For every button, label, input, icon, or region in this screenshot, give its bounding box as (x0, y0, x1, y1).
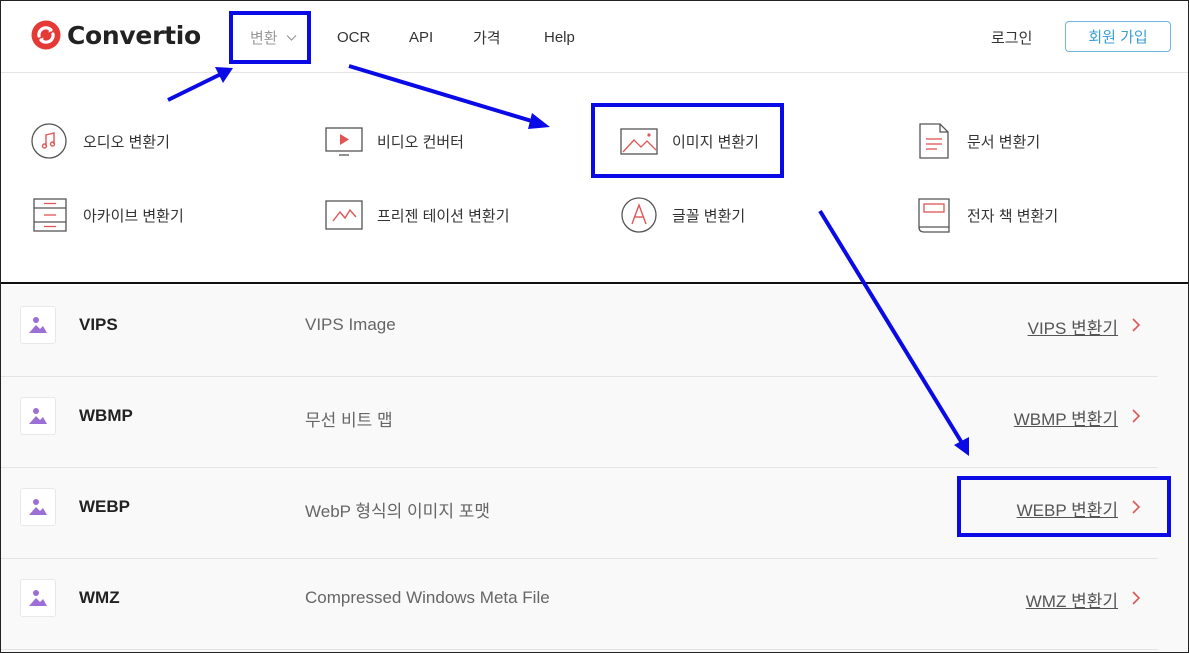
format-name: WBMP (79, 406, 133, 425)
format-description: WebP 형식의 이미지 포맷 (305, 502, 490, 521)
nav-pricing[interactable]: 가격 (473, 1, 501, 73)
menu-item-label: 오디오 변환기 (83, 133, 170, 151)
format-description: 무선 비트 맵 (305, 411, 393, 430)
convert-dropdown-menu: 오디오 변환기 비디오 컨버터 이미지 변환기 문서 변환기 아카이브 변환기 … (1, 74, 1188, 284)
format-description: Compressed Windows Meta File (305, 588, 550, 607)
menu-item-label: 아카이브 변환기 (83, 207, 184, 225)
format-row[interactable]: WBMP 무선 비트 맵 WBMP 변환기 (1, 377, 1158, 468)
format-name: VIPS (79, 315, 118, 334)
image-file-icon (20, 306, 56, 344)
chevron-right-icon (1132, 591, 1141, 605)
nav-convert-menu[interactable]: 변환 (250, 1, 297, 73)
format-row[interactable]: WMZ Compressed Windows Meta File WMZ 변환기 (1, 559, 1158, 650)
convertio-logo[interactable]: Convertio (31, 20, 201, 50)
format-row[interactable]: WEBP WebP 형식의 이미지 포맷 WEBP 변환기 (1, 468, 1158, 559)
chevron-right-icon (1132, 318, 1141, 332)
image-landscape-icon (620, 122, 658, 160)
menu-video-converter[interactable]: 비디오 컨버터 (325, 122, 464, 160)
document-icon (915, 122, 953, 160)
format-description: VIPS Image (305, 315, 396, 334)
menu-archive-converter[interactable]: 아카이브 변환기 (31, 196, 184, 234)
chevron-right-icon (1132, 409, 1141, 423)
logo-text: Convertio (67, 20, 201, 50)
menu-item-label: 프리젠 테이션 변환기 (377, 207, 510, 225)
video-play-icon (325, 122, 363, 160)
top-header: Convertio 변환 OCR API 가격 Help 로그인 회원 가입 (1, 1, 1188, 73)
nav-help[interactable]: Help (544, 1, 575, 73)
convertio-logo-icon (31, 20, 61, 50)
format-name: WMZ (79, 588, 120, 607)
format-converter-link[interactable]: WBMP 변환기 (1014, 405, 1118, 430)
menu-item-label: 전자 책 변환기 (967, 207, 1059, 225)
music-note-icon (31, 122, 69, 160)
format-list: VIPS VIPS Image VIPS 변환기 WBMP 무선 비트 맵 WB… (1, 286, 1188, 652)
menu-item-label: 이미지 변환기 (672, 133, 759, 151)
format-name: WEBP (79, 497, 130, 516)
image-file-icon (20, 579, 56, 617)
font-letter-icon (620, 196, 658, 234)
format-row[interactable]: VIPS VIPS Image VIPS 변환기 (1, 286, 1158, 377)
nav-convert-label: 변환 (250, 29, 278, 47)
chevron-right-icon (1132, 500, 1141, 514)
menu-audio-converter[interactable]: 오디오 변환기 (31, 122, 170, 160)
menu-item-label: 글꼴 변환기 (672, 207, 746, 225)
menu-document-converter[interactable]: 문서 변환기 (915, 122, 1040, 160)
menu-item-label: 문서 변환기 (967, 133, 1041, 151)
menu-ebook-converter[interactable]: 전자 책 변환기 (915, 196, 1058, 234)
ebook-icon (915, 196, 953, 234)
archive-icon (31, 196, 69, 234)
menu-image-converter[interactable]: 이미지 변환기 (620, 122, 759, 160)
image-file-icon (20, 488, 56, 526)
presentation-chart-icon (325, 196, 363, 234)
menu-presentation-converter[interactable]: 프리젠 테이션 변환기 (325, 196, 510, 234)
format-converter-link[interactable]: WMZ 변환기 (1026, 587, 1118, 612)
signup-button[interactable]: 회원 가입 (1065, 21, 1171, 52)
nav-ocr[interactable]: OCR (337, 1, 370, 73)
page-frame: Convertio 변환 OCR API 가격 Help 로그인 회원 가입 오… (0, 0, 1189, 653)
format-converter-link[interactable]: WEBP 변환기 (1017, 496, 1118, 521)
format-converter-link[interactable]: VIPS 변환기 (1028, 314, 1118, 339)
nav-api[interactable]: API (409, 1, 433, 73)
login-link[interactable]: 로그인 (991, 1, 1032, 73)
menu-item-label: 비디오 컨버터 (377, 133, 464, 151)
chevron-down-icon (286, 34, 297, 41)
image-file-icon (20, 397, 56, 435)
menu-font-converter[interactable]: 글꼴 변환기 (620, 196, 745, 234)
